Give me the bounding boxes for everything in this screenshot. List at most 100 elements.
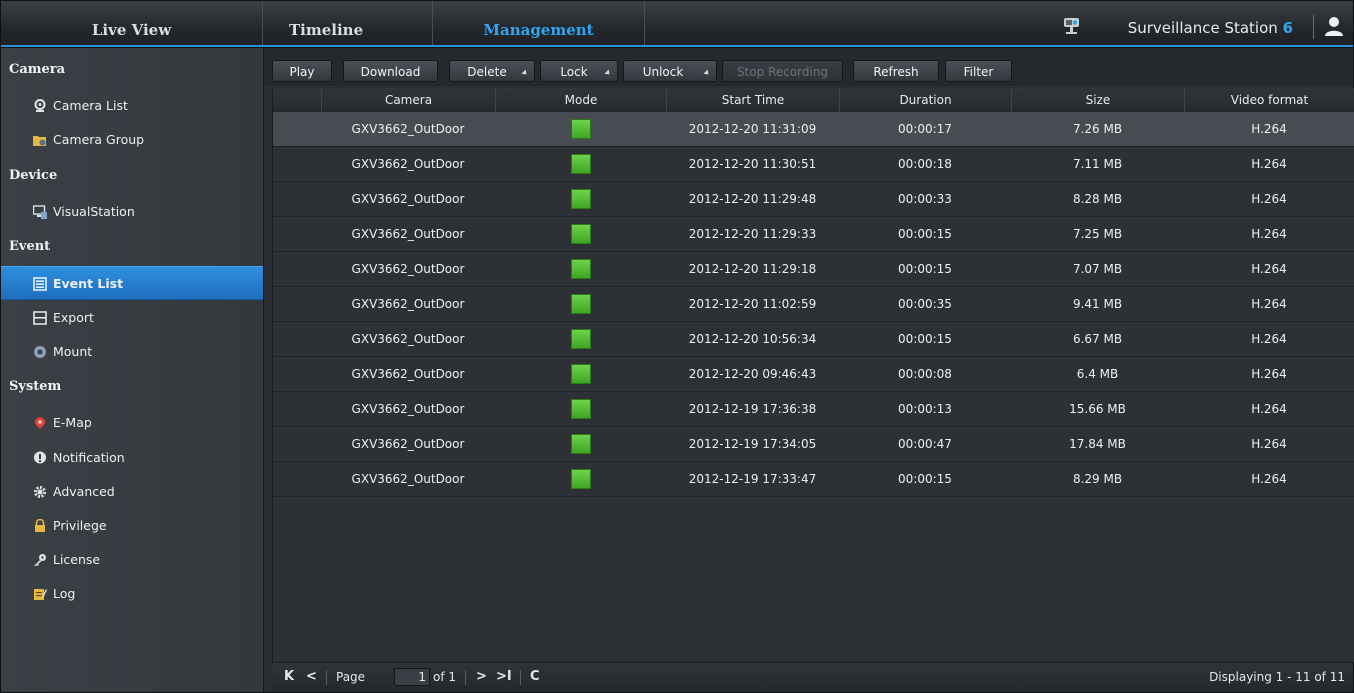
- lock-icon: [35, 519, 45, 532]
- tab-live-view[interactable]: Live View: [1, 1, 263, 47]
- sidebar-section-device: Device: [9, 168, 58, 183]
- video-format-cell: H.264: [1251, 402, 1287, 416]
- brand-title: Surveillance Station 6: [1128, 19, 1293, 37]
- page-label: Page: [336, 670, 366, 684]
- video-format-cell: H.264: [1251, 192, 1287, 206]
- column-header-video-format[interactable]: Video format: [1184, 88, 1354, 112]
- sidebar-item-label: License: [53, 552, 101, 567]
- play-button[interactable]: Play: [272, 60, 332, 82]
- table-row[interactable]: GXV3662_OutDoor 2012-12-19 17:33:47 00:00:…: [273, 462, 1354, 497]
- camera-cell: GXV3662_OutDoor: [351, 227, 465, 241]
- monitor-icon: [33, 205, 47, 219]
- camera-cell: GXV3662_OutDoor: [351, 122, 465, 136]
- refresh-button[interactable]: Refresh: [853, 60, 939, 82]
- column-header-checkbox[interactable]: [273, 88, 321, 112]
- start-time-cell: 2012-12-20 11:29:48: [688, 192, 817, 206]
- map-pin-icon: [35, 417, 45, 430]
- sidebar-item-license[interactable]: License: [1, 543, 263, 577]
- refresh-button-label: Refresh: [873, 65, 919, 79]
- camera-icon: [34, 99, 46, 112]
- stop-recording-button[interactable]: Stop Recording: [722, 60, 843, 82]
- refresh-icon[interactable]: C: [530, 663, 540, 691]
- brand-name: Surveillance Station: [1127, 19, 1278, 37]
- table-row[interactable]: GXV3662_OutDoor 2012-12-20 11:29:48 00:00:…: [273, 182, 1354, 217]
- user-icon[interactable]: [1323, 15, 1345, 37]
- unlock-button[interactable]: Unlock: [623, 60, 717, 82]
- tab-timeline[interactable]: Timeline: [263, 1, 433, 47]
- dropdown-arrow-icon: [604, 69, 612, 77]
- start-time-cell: 2012-12-20 11:02:59: [688, 297, 817, 311]
- main-panel: Play Download Delete Lock Unlock Stop Re…: [264, 48, 1354, 692]
- size-cell: 8.29 MB: [1072, 472, 1123, 486]
- sidebar-item-mount[interactable]: Mount: [1, 335, 263, 369]
- size-cell: 7.11 MB: [1072, 157, 1123, 171]
- camera-cell: GXV3662_OutDoor: [351, 157, 465, 171]
- film-icon: [33, 311, 47, 325]
- first-page-icon[interactable]: K: [284, 663, 294, 691]
- size-cell: 9.41 MB: [1072, 297, 1123, 311]
- previous-page-icon[interactable]: <: [306, 663, 317, 691]
- column-header-mode[interactable]: Mode: [495, 88, 666, 112]
- table-row[interactable]: GXV3662_OutDoor 2012-12-19 17:36:38 00:00:…: [273, 392, 1354, 427]
- tab-management[interactable]: Management: [433, 1, 645, 47]
- column-header-start-time[interactable]: Start Time: [666, 88, 839, 112]
- recording-mode-icon: [571, 119, 591, 139]
- table-row[interactable]: GXV3662_OutDoor 2012-12-20 11:30:51 00:00:…: [273, 147, 1354, 182]
- table-row[interactable]: GXV3662_OutDoor 2012-12-20 10:56:34 00:00:…: [273, 322, 1354, 357]
- column-header-size[interactable]: Size: [1011, 88, 1184, 112]
- filter-button[interactable]: Filter: [945, 60, 1012, 82]
- sidebar-item-log[interactable]: Log: [1, 577, 263, 611]
- sidebar-item-label: Camera Group: [53, 132, 145, 147]
- recording-mode-icon: [571, 154, 591, 174]
- sidebar-item-advanced[interactable]: Advanced: [1, 475, 263, 509]
- table-row[interactable]: GXV3662_OutDoor 2012-12-20 11:02:59 00:00:…: [273, 287, 1354, 322]
- start-time-cell: 2012-12-20 11:31:09: [688, 122, 817, 136]
- lock-button[interactable]: Lock: [540, 60, 618, 82]
- table-row[interactable]: GXV3662_OutDoor 2012-12-20 09:46:43 00:00:…: [273, 357, 1354, 392]
- dropdown-arrow-icon: [703, 69, 711, 77]
- last-page-icon[interactable]: >I: [496, 663, 512, 691]
- sidebar-item-camera-group[interactable]: Camera Group: [1, 123, 263, 157]
- camera-cell: GXV3662_OutDoor: [351, 402, 465, 416]
- folder-camera-icon: [33, 136, 46, 146]
- delete-button[interactable]: Delete: [449, 60, 535, 82]
- sidebar-item-camera-list[interactable]: Camera List: [1, 89, 263, 123]
- sidebar-item-visualstation[interactable]: VisualStation: [1, 195, 263, 229]
- video-format-cell: H.264: [1251, 157, 1287, 171]
- sidebar-item-label: Camera List: [53, 98, 128, 113]
- duration-cell: 00:00:18: [898, 157, 952, 171]
- sidebar-item-export[interactable]: Export: [1, 301, 263, 335]
- start-time-cell: 2012-12-19 17:33:47: [688, 472, 817, 486]
- table-row[interactable]: GXV3662_OutDoor 2012-12-20 11:29:33 00:00:…: [273, 217, 1354, 252]
- column-header-camera[interactable]: Camera: [321, 88, 495, 112]
- duration-cell: 00:00:35: [898, 297, 952, 311]
- sidebar-item-event-list[interactable]: Event List: [1, 266, 263, 300]
- recording-mode-icon: [571, 364, 591, 384]
- download-button[interactable]: Download: [343, 60, 438, 82]
- page-number-input[interactable]: [394, 668, 430, 686]
- sidebar-section-event: Event: [9, 239, 51, 254]
- sidebar-item-notification[interactable]: Notification: [1, 441, 263, 475]
- divider: [465, 670, 466, 685]
- key-icon: [34, 554, 46, 566]
- download-button-label: Download: [360, 65, 421, 79]
- start-time-cell: 2012-12-20 11:29:33: [688, 227, 817, 241]
- table-header: Camera Mode Start Time Duration Size Vid…: [273, 88, 1354, 113]
- sidebar-item-privilege[interactable]: Privilege: [1, 509, 263, 543]
- next-page-icon[interactable]: >: [476, 663, 487, 691]
- duration-cell: 00:00:13: [898, 402, 952, 416]
- table-row[interactable]: GXV3662_OutDoor 2012-12-20 11:29:18 00:00:…: [273, 252, 1354, 287]
- column-header-duration[interactable]: Duration: [839, 88, 1011, 112]
- sidebar-item-e-map[interactable]: E-Map: [1, 406, 263, 440]
- table-row[interactable]: GXV3662_OutDoor 2012-12-19 17:34:05 00:00:…: [273, 427, 1354, 462]
- duration-cell: 00:00:33: [898, 192, 952, 206]
- camera-cell: GXV3662_OutDoor: [351, 437, 465, 451]
- sidebar: Camera Camera List Camera Group Device V…: [1, 48, 264, 692]
- pagination-bar: K < Page of 1 > >I C Displaying 1 - 11 o…: [272, 662, 1353, 691]
- sidebar-item-label: Privilege: [53, 518, 107, 533]
- sidebar-item-label: Log: [53, 586, 76, 601]
- table-row[interactable]: GXV3662_OutDoor 2012-12-20 11:31:09 00:00:…: [273, 112, 1354, 147]
- sidebar-item-label: E-Map: [53, 415, 92, 430]
- gear-icon: [34, 486, 46, 498]
- video-format-cell: H.264: [1251, 367, 1287, 381]
